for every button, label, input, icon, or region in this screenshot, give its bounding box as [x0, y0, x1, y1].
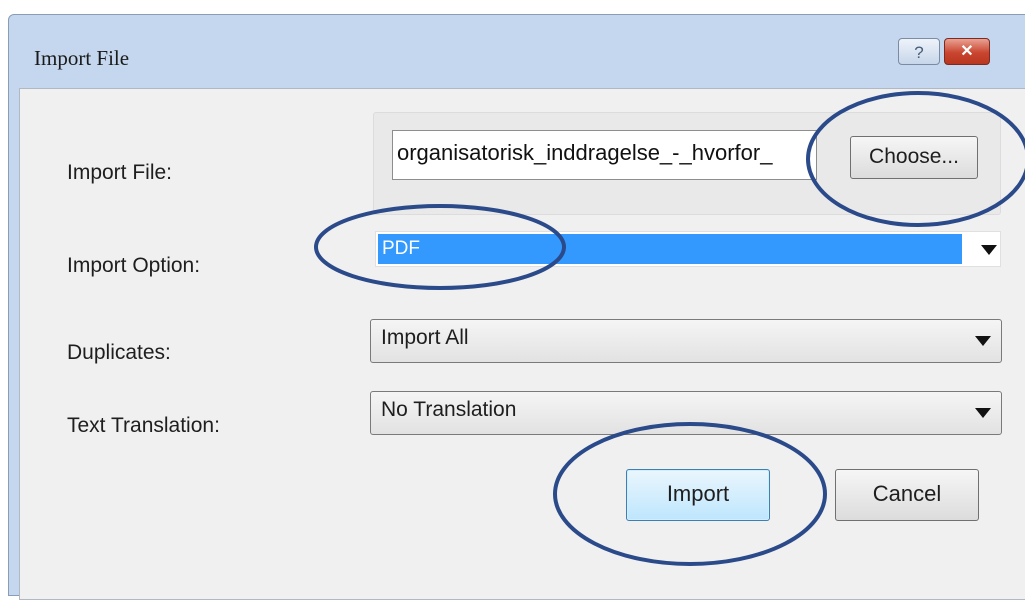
import-option-label: Import Option:: [67, 254, 201, 277]
import-file-dialog: Import File ? ✕ Import File: organisator…: [8, 14, 1025, 600]
cancel-button[interactable]: Cancel: [835, 469, 979, 521]
import-file-path-input[interactable]: organisatorisk_inddragelse_-_hvorfor_: [392, 130, 817, 180]
import-option-select[interactable]: PDF: [375, 231, 1001, 267]
help-icon: ?: [914, 43, 924, 62]
text-translation-label: Text Translation:: [67, 414, 220, 437]
chevron-down-icon[interactable]: [981, 245, 997, 255]
import-option-selected-value: PDF: [378, 234, 962, 264]
text-translation-selected-value: No Translation: [381, 398, 517, 421]
duplicates-select[interactable]: Import All: [370, 319, 1002, 363]
close-button[interactable]: ✕: [944, 38, 990, 65]
chevron-down-icon: [975, 408, 991, 418]
text-translation-select[interactable]: No Translation: [370, 391, 1002, 435]
choose-button[interactable]: Choose...: [850, 136, 978, 179]
duplicates-selected-value: Import All: [381, 326, 469, 349]
dialog-title: Import File: [34, 46, 130, 70]
close-icon: ✕: [960, 43, 974, 60]
chevron-down-icon: [975, 336, 991, 346]
import-file-label: Import File:: [67, 161, 173, 184]
duplicates-label: Duplicates:: [67, 341, 171, 364]
help-button[interactable]: ?: [898, 38, 940, 65]
dialog-body: Import File: organisatorisk_inddragelse_…: [19, 88, 1025, 600]
import-button[interactable]: Import: [626, 469, 770, 521]
title-bar: Import File ? ✕: [9, 15, 1025, 95]
